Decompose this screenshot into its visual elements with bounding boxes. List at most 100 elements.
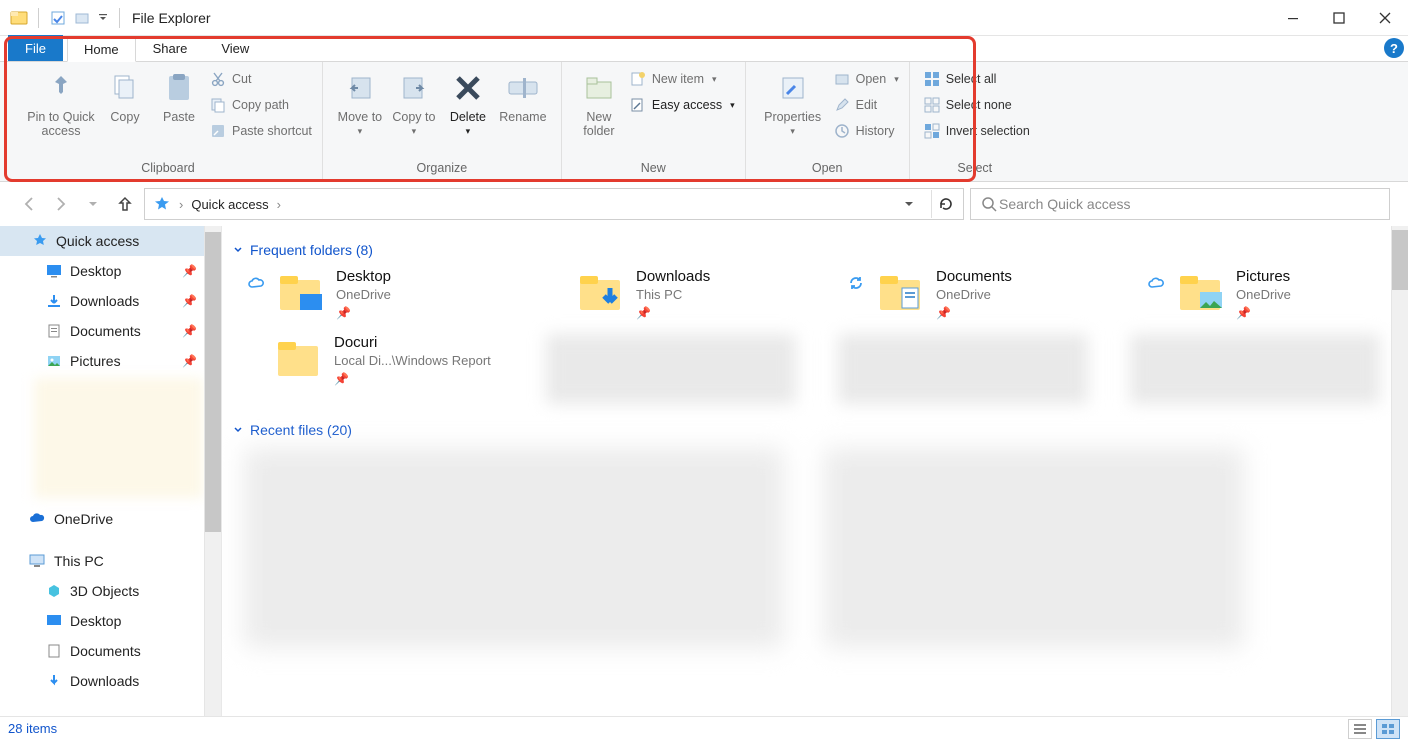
- nav-label: Pictures: [70, 353, 121, 369]
- nav-this-pc[interactable]: This PC: [0, 546, 221, 576]
- copy-button[interactable]: Copy: [98, 68, 152, 124]
- select-all-button[interactable]: Select all: [924, 68, 1030, 90]
- easy-access-button[interactable]: Easy access▾: [630, 94, 735, 116]
- select-none-icon: [924, 97, 940, 113]
- qat-newfolder-icon[interactable]: [73, 9, 91, 27]
- cut-button[interactable]: Cut: [210, 68, 312, 90]
- history-button[interactable]: History: [834, 120, 899, 142]
- qat-properties-icon[interactable]: [49, 9, 67, 27]
- folder-tile[interactable]: Docuri Local Di...\Windows Report 📌: [244, 334, 504, 404]
- group-open: Properties▾ Open▾ Edit History Open: [746, 62, 910, 181]
- close-button[interactable]: [1362, 0, 1408, 36]
- recent-locations-dropdown[interactable]: [80, 191, 106, 217]
- nav-quick-access[interactable]: Quick access: [0, 226, 221, 256]
- new-folder-label: New folder: [572, 110, 626, 138]
- folder-tile[interactable]: DownloadsThis PC📌: [546, 268, 806, 320]
- select-none-button[interactable]: Select none: [924, 94, 1030, 116]
- delete-button[interactable]: Delete▾: [441, 68, 495, 138]
- rename-button[interactable]: Rename: [495, 68, 551, 124]
- group-label: Organize: [333, 161, 551, 179]
- copy-path-button[interactable]: Copy path: [210, 94, 312, 116]
- tile-location: Local Di...\Windows Report: [334, 353, 491, 368]
- nav-label: Downloads: [70, 673, 139, 689]
- maximize-button[interactable]: [1316, 0, 1362, 36]
- blurred-tile: [1130, 334, 1380, 404]
- invert-selection-button[interactable]: Invert selection: [924, 120, 1030, 142]
- details-view-button[interactable]: [1348, 719, 1372, 739]
- navpane-scrollbar[interactable]: [204, 226, 221, 716]
- move-to-button[interactable]: Move to▾: [333, 68, 387, 138]
- up-button[interactable]: [112, 191, 138, 217]
- back-button[interactable]: [16, 191, 42, 217]
- breadcrumb-separator[interactable]: ›: [277, 197, 281, 212]
- folder-tile[interactable]: DesktopOneDrive📌: [246, 268, 506, 320]
- nav-label: Desktop: [70, 263, 121, 279]
- copy-to-button[interactable]: Copy to▾: [387, 68, 441, 138]
- section-frequent-folders[interactable]: Frequent folders (8): [232, 242, 1408, 258]
- blurred-recent-list: [244, 448, 784, 648]
- ribbon-area: File Home Share View ? Pin to Quick acce…: [0, 36, 1408, 182]
- pin-icon: 📌: [182, 354, 197, 368]
- group-select: Select all Select none Invert selection …: [910, 62, 1040, 181]
- edit-button[interactable]: Edit: [834, 94, 899, 116]
- nav-pc-downloads[interactable]: Downloads: [0, 666, 221, 696]
- nav-3d-objects[interactable]: 3D Objects: [0, 576, 221, 606]
- tab-share[interactable]: Share: [136, 35, 205, 61]
- folder-tile[interactable]: PicturesOneDrive📌: [1146, 268, 1406, 320]
- section-recent-files[interactable]: Recent files (20): [232, 422, 1408, 438]
- separator: [38, 8, 39, 28]
- properties-button[interactable]: Properties▾: [756, 68, 830, 138]
- nav-desktop[interactable]: Desktop📌: [0, 256, 221, 286]
- nav-label: Quick access: [56, 233, 139, 249]
- invert-selection-label: Invert selection: [946, 124, 1030, 138]
- tile-location: OneDrive: [336, 287, 391, 302]
- tile-name: Docuri: [334, 334, 491, 351]
- tile-pin-icon: 📌: [936, 306, 1012, 320]
- ribbon-body: Pin to Quick access Copy Paste Cut Copy …: [0, 62, 1408, 182]
- address-dropdown[interactable]: [895, 190, 923, 218]
- tab-file[interactable]: File: [8, 35, 63, 61]
- item-count: 28 items: [8, 721, 57, 736]
- sync-status-icon: [846, 268, 866, 292]
- pin-icon: [43, 70, 79, 106]
- copy-to-label: Copy to: [392, 110, 435, 124]
- tab-view[interactable]: View: [204, 35, 266, 61]
- open-label: Open: [856, 72, 887, 86]
- tile-name: Pictures: [1236, 268, 1291, 285]
- search-box[interactable]: [970, 188, 1390, 220]
- desktop-icon: [46, 263, 62, 279]
- nav-documents[interactable]: Documents📌: [0, 316, 221, 346]
- paste-shortcut-button[interactable]: Paste shortcut: [210, 120, 312, 142]
- tile-pin-icon: 📌: [334, 372, 491, 386]
- nav-downloads[interactable]: Downloads📌: [0, 286, 221, 316]
- nav-pc-documents[interactable]: Documents: [0, 636, 221, 666]
- search-icon: [981, 196, 997, 212]
- new-item-button[interactable]: New item▾: [630, 68, 735, 90]
- paste-button[interactable]: Paste: [152, 68, 206, 124]
- minimize-button[interactable]: [1270, 0, 1316, 36]
- folder-tile[interactable]: DocumentsOneDrive📌: [846, 268, 1106, 320]
- pin-quick-access-button[interactable]: Pin to Quick access: [24, 68, 98, 138]
- nav-label: OneDrive: [54, 511, 113, 527]
- nav-onedrive[interactable]: OneDrive: [0, 504, 221, 534]
- nav-pictures[interactable]: Pictures 📌: [0, 346, 221, 376]
- breadcrumb[interactable]: Quick access: [191, 197, 268, 212]
- content-scrollbar[interactable]: [1391, 226, 1408, 716]
- nav-pc-desktop[interactable]: Desktop: [0, 606, 221, 636]
- large-icons-view-button[interactable]: [1376, 719, 1400, 739]
- open-button[interactable]: Open▾: [834, 68, 899, 90]
- documents-icon: [46, 643, 62, 659]
- desktop-icon: [46, 613, 62, 629]
- qat-dropdown-icon[interactable]: [97, 12, 109, 24]
- help-icon[interactable]: ?: [1384, 38, 1404, 58]
- refresh-button[interactable]: [931, 190, 959, 218]
- search-input[interactable]: [997, 195, 1379, 213]
- group-new: New folder New item▾ Easy access▾ New: [562, 62, 746, 181]
- tab-home[interactable]: Home: [67, 36, 136, 62]
- forward-button[interactable]: [48, 191, 74, 217]
- select-all-icon: [924, 71, 940, 87]
- navigation-bar: › Quick access ›: [0, 182, 1408, 226]
- address-bar[interactable]: › Quick access ›: [144, 188, 964, 220]
- new-folder-button[interactable]: New folder: [572, 68, 626, 138]
- tile-location: OneDrive: [1236, 287, 1291, 302]
